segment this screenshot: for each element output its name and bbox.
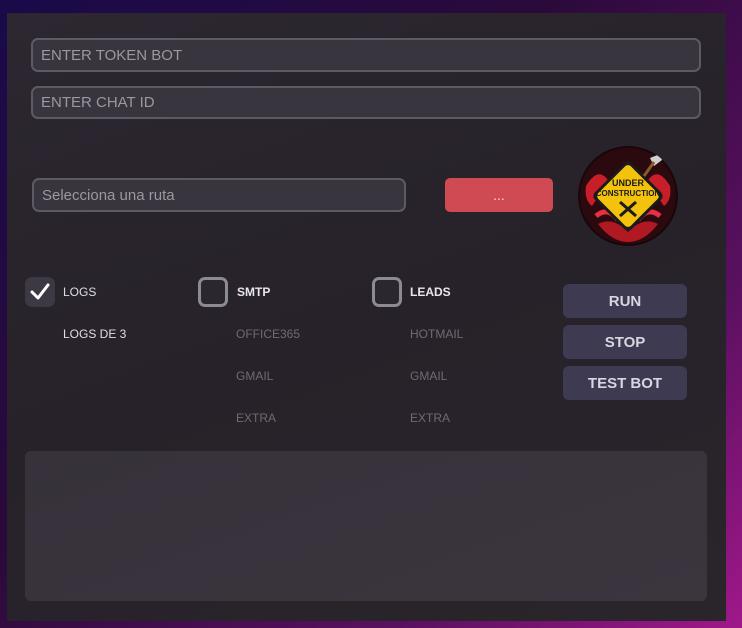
stop-button[interactable]: STOP (563, 325, 687, 359)
badge-text-line-2: CONSTRUCTION (596, 189, 661, 198)
run-button[interactable]: RUN (563, 284, 687, 318)
check-icon (30, 283, 50, 300)
smtp-checkbox[interactable] (198, 277, 228, 307)
route-input[interactable] (32, 178, 406, 212)
leads-checkbox[interactable] (372, 277, 402, 307)
leads-option-hotmail: HOTMAIL (410, 327, 464, 341)
test-bot-button[interactable]: TEST BOT (563, 366, 687, 400)
output-log-area[interactable] (25, 451, 707, 601)
badge-text-line-1: UNDER (612, 178, 645, 188)
smtp-label: SMTP (237, 285, 271, 299)
browse-button[interactable]: ... (445, 178, 553, 212)
logs-checkbox[interactable] (25, 277, 55, 307)
leads-option-gmail: GMAIL (410, 369, 448, 383)
smtp-option-extra: EXTRA (236, 411, 277, 425)
under-construction-icon: UNDER CONSTRUCTION (578, 146, 678, 246)
smtp-option-office365: OFFICE365 (236, 327, 301, 341)
leads-option-extra: EXTRA (410, 411, 451, 425)
smtp-option-gmail: GMAIL (236, 369, 274, 383)
logs-label: LOGS (63, 285, 97, 299)
chat-id-input[interactable] (31, 86, 701, 119)
leads-label: LEADS (410, 285, 451, 299)
logs-option-logs-de-3: LOGS DE 3 (63, 327, 127, 341)
token-input[interactable] (31, 38, 701, 72)
